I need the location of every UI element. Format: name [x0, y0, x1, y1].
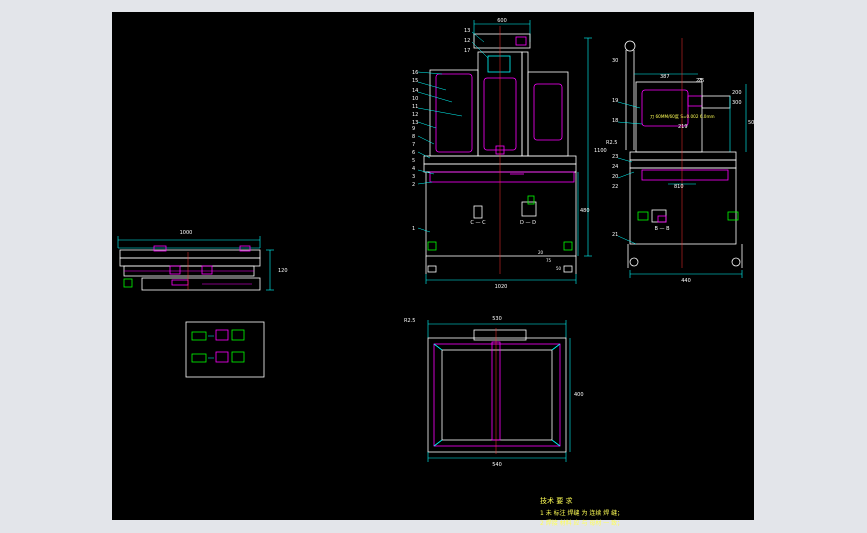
component-legend-box: [185, 321, 265, 378]
side-dim-left: R2.5: [606, 140, 617, 146]
plan-view: [427, 320, 571, 462]
svg-text:20: 20: [538, 250, 544, 255]
side-view: [617, 38, 747, 278]
svg-text:1: 1: [412, 226, 415, 232]
plan-dim-side: 400: [574, 392, 584, 398]
svg-text:2: 2: [412, 182, 415, 188]
front-dim-width: 1020: [495, 284, 508, 290]
svg-text:12: 12: [412, 112, 418, 118]
svg-text:15: 15: [412, 78, 418, 84]
svg-text:12: 12: [464, 38, 470, 44]
front-section-d: D — D: [520, 220, 536, 226]
cad-drawing-canvas[interactable]: 1000 120 600 1100 480 1020 C — C D — D 1…: [112, 12, 754, 527]
svg-text:5: 5: [412, 158, 415, 164]
svg-text:200: 200: [732, 90, 742, 96]
svg-text:16: 16: [412, 70, 418, 76]
side-dim-inner: 219: [678, 124, 688, 130]
front-small-dims: 20 75 50: [538, 250, 562, 271]
svg-text:24: 24: [612, 164, 618, 170]
svg-text:10: 10: [412, 96, 418, 102]
svg-text:23: 23: [612, 154, 618, 160]
tech-requirements-title: 技术 要 求: [540, 497, 573, 505]
viewer-frame: 1000 120 600 1100 480 1020 C — C D — D 1…: [0, 0, 867, 533]
plan-label-left: R2.5: [404, 318, 415, 324]
svg-text:19: 19: [612, 98, 618, 104]
tech-requirement-line-1: 1 未 标注 焊缝 为 连续 焊 缝；: [540, 510, 624, 517]
svg-text:9: 9: [412, 126, 415, 132]
svg-text:3: 3: [412, 174, 415, 180]
svg-text:23: 23: [696, 78, 702, 84]
svg-text:4: 4: [412, 166, 415, 172]
side-dims-right: 200 300 500: [732, 90, 754, 126]
front-section-c: C — C: [470, 220, 486, 226]
svg-text:300: 300: [732, 100, 742, 106]
svg-text:22: 22: [612, 184, 618, 190]
svg-text:11: 11: [412, 104, 418, 110]
front-dim-height: 1100: [594, 148, 607, 154]
svg-text:14: 14: [412, 88, 418, 94]
svg-text:13: 13: [464, 28, 470, 34]
svg-text:8: 8: [412, 134, 415, 140]
left-detail-dim-top: 1000: [180, 230, 193, 236]
svg-text:50: 50: [556, 266, 562, 271]
front-dim-top: 600: [497, 18, 507, 24]
front-callouts-top: 13 12 17: [464, 28, 470, 54]
plan-dim-bottom: 540: [492, 462, 502, 468]
svg-text:17: 17: [464, 48, 470, 54]
svg-text:75: 75: [546, 258, 552, 263]
side-dim-bottom: 440: [681, 278, 691, 284]
side-note-text: 刀 60MM/60度 S=0.002 6.0mm: [650, 113, 715, 120]
svg-text:21: 21: [612, 232, 618, 238]
svg-text:500: 500: [748, 120, 754, 126]
side-dim-top-left: 30: [612, 58, 618, 64]
svg-text:7: 7: [412, 142, 415, 148]
svg-text:20: 20: [612, 174, 618, 180]
cad-drawing: 1000 120 600 1100 480 1020 C — C D — D 1…: [117, 18, 754, 468]
left-detail-dim-side: 120: [278, 268, 288, 274]
side-callouts: 19 18 23 24 20 22 21 23: [612, 78, 702, 238]
side-dim-top-mid: 387: [660, 74, 670, 80]
front-callouts-left: 16 15 14 10 11 12 13 9 8 7 6 5 4 3 2 1: [412, 70, 418, 232]
plan-dim-top: 530: [492, 316, 502, 322]
svg-text:6: 6: [412, 150, 415, 156]
left-detail-view: [117, 236, 274, 291]
side-dim-lower: 810: [674, 184, 684, 190]
svg-text:18: 18: [612, 118, 618, 124]
tech-requirement-line-2: 2 焊接 材料 应 与 母材 一 致；: [540, 520, 624, 527]
side-section-b: B — B: [654, 226, 670, 232]
front-dim-lower: 480: [580, 208, 590, 214]
front-view: [417, 20, 592, 284]
